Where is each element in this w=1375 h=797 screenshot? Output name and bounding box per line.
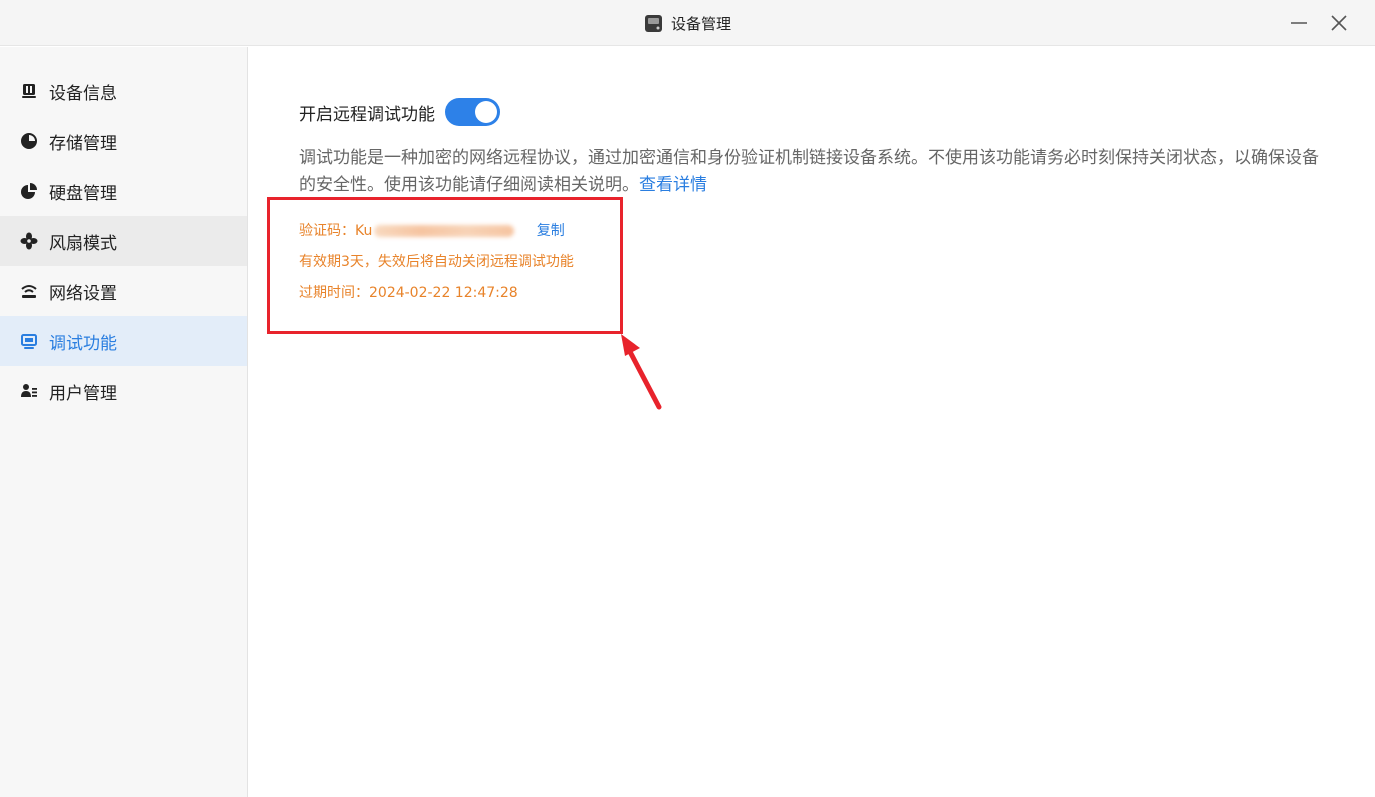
view-details-link[interactable]: 查看详情 <box>639 175 707 195</box>
sidebar-item-label: 用户管理 <box>49 383 117 404</box>
remote-debug-label: 开启远程调试功能 <box>299 104 435 125</box>
annotation-highlight-box: 验证码：Ku 复制 有效期3天，失效后将自动关闭远程调试功能 过期时间：2024… <box>267 197 623 334</box>
network-icon <box>20 282 38 300</box>
disk-pie-icon <box>20 182 38 200</box>
users-icon <box>20 382 38 400</box>
verification-code-label: 验证码： <box>299 223 355 239</box>
sidebar-item-device-info[interactable]: 设备信息 <box>0 66 247 116</box>
sidebar-item-label: 硬盘管理 <box>49 183 117 204</box>
monitor-icon <box>20 332 38 350</box>
toggle-knob <box>475 101 497 123</box>
close-button[interactable] <box>1324 8 1354 38</box>
remote-debug-toggle[interactable] <box>445 98 500 126</box>
sidebar-list: 设备信息 存储管理 硬盘管理 风扇模式 网络设置 调试功能 用户管理 <box>0 47 247 416</box>
storage-pie-icon <box>20 132 38 150</box>
description-text: 调试功能是一种加密的网络远程协议，通过加密通信和身份验证机制链接设备系统。不使用… <box>299 148 1319 195</box>
sidebar-item-users[interactable]: 用户管理 <box>0 366 247 416</box>
expire-time-label: 过期时间： <box>299 285 369 301</box>
minimize-icon <box>1291 22 1307 24</box>
remote-debug-toggle-row: 开启远程调试功能 <box>299 98 500 126</box>
window-title: 设备管理 <box>670 14 731 33</box>
title-bar: 设备管理 <box>0 0 1375 46</box>
expire-time-line: 过期时间：2024-02-22 12:47:28 <box>299 282 518 302</box>
sidebar-item-label: 调试功能 <box>49 333 117 354</box>
sidebar-item-label: 存储管理 <box>49 133 117 154</box>
validity-line: 有效期3天，失效后将自动关闭远程调试功能 <box>299 254 574 270</box>
minimize-button[interactable] <box>1284 8 1314 38</box>
debug-description: 调试功能是一种加密的网络远程协议，通过加密通信和身份验证机制链接设备系统。不使用… <box>299 145 1329 199</box>
verification-code-line: 验证码：Ku 复制 <box>299 220 565 240</box>
fan-icon <box>20 232 38 250</box>
app-icon <box>644 14 663 33</box>
annotation-arrow-icon <box>621 334 662 410</box>
sidebar-item-label: 网络设置 <box>49 283 117 304</box>
window-title-wrap: 设备管理 <box>0 0 1375 46</box>
sidebar-item-debug[interactable]: 调试功能 <box>0 316 247 366</box>
copy-button[interactable]: 复制 <box>537 223 565 239</box>
verification-code-value: Ku <box>355 223 373 239</box>
sidebar-item-storage[interactable]: 存储管理 <box>0 116 247 166</box>
verification-code-redacted <box>374 225 515 237</box>
expire-time-value: 2024-02-22 12:47:28 <box>369 285 518 301</box>
main-panel: 开启远程调试功能 调试功能是一种加密的网络远程协议，通过加密通信和身份验证机制链… <box>249 47 1375 797</box>
sidebar-item-network[interactable]: 网络设置 <box>0 266 247 316</box>
close-icon <box>1331 15 1347 31</box>
device-info-icon <box>20 82 38 100</box>
sidebar-item-fan[interactable]: 风扇模式 <box>0 216 247 266</box>
sidebar-item-label: 设备信息 <box>49 83 117 104</box>
sidebar: 设备信息 存储管理 硬盘管理 风扇模式 网络设置 调试功能 用户管理 <box>0 47 248 797</box>
sidebar-item-disk[interactable]: 硬盘管理 <box>0 166 247 216</box>
sidebar-item-label: 风扇模式 <box>49 233 117 254</box>
